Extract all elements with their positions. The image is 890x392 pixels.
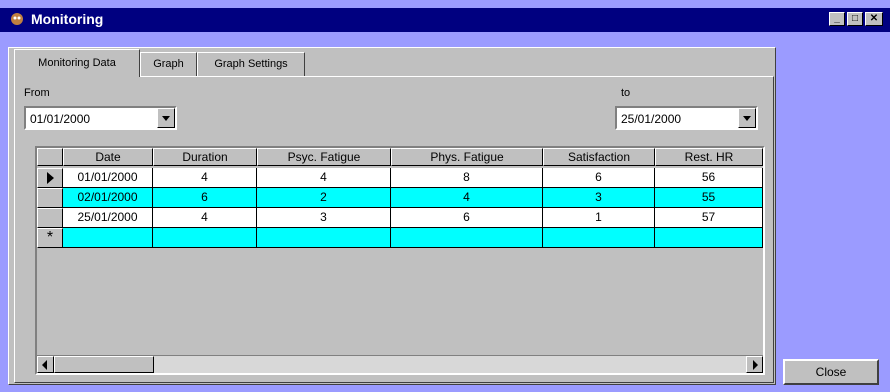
table-cell[interactable]: 57: [655, 208, 763, 228]
grid-corner: [37, 148, 63, 166]
table-cell[interactable]: 6: [153, 188, 257, 208]
monitoring-window: Monitoring _ □ ✕ Monitoring Data Graph G…: [0, 0, 890, 392]
column-header-rest-hr[interactable]: Rest. HR: [655, 148, 763, 166]
table-cell[interactable]: 4: [153, 208, 257, 228]
tab-graph[interactable]: Graph: [140, 52, 197, 76]
app-icon: [11, 13, 23, 25]
column-header-satisfaction[interactable]: Satisfaction: [543, 148, 655, 166]
tab-monitoring-data[interactable]: Monitoring Data: [14, 49, 140, 77]
data-grid[interactable]: Date Duration Psyc. Fatigue Phys. Fatigu…: [35, 146, 765, 375]
to-date-select[interactable]: 25/01/2000: [615, 106, 758, 130]
current-row-icon: [47, 172, 54, 184]
table-cell[interactable]: 4: [153, 168, 257, 188]
column-header-duration[interactable]: Duration: [153, 148, 257, 166]
title-bar[interactable]: Monitoring _ □ ✕: [0, 8, 890, 32]
chevron-down-icon[interactable]: [157, 108, 175, 128]
to-date-value: 25/01/2000: [621, 112, 682, 126]
row-selector[interactable]: [37, 208, 63, 228]
scroll-right-icon[interactable]: [746, 356, 763, 373]
close-button[interactable]: Close: [783, 359, 879, 385]
table-cell[interactable]: 6: [543, 168, 655, 188]
table-cell[interactable]: 4: [257, 168, 391, 188]
table-cell[interactable]: 8: [391, 168, 543, 188]
minimize-icon[interactable]: _: [829, 12, 845, 26]
scroll-thumb[interactable]: [54, 356, 154, 373]
table-cell[interactable]: 3: [543, 188, 655, 208]
scroll-left-icon[interactable]: [37, 356, 54, 373]
from-date-select[interactable]: 01/01/2000: [24, 106, 177, 130]
row-selector[interactable]: [37, 168, 63, 188]
table-cell[interactable]: 55: [655, 188, 763, 208]
table-cell[interactable]: [543, 228, 655, 248]
row-selector[interactable]: [37, 188, 63, 208]
from-date-value: 01/01/2000: [30, 112, 91, 126]
table-cell[interactable]: [257, 228, 391, 248]
close-icon[interactable]: ✕: [865, 12, 883, 26]
table-cell[interactable]: 1: [543, 208, 655, 228]
column-header-phys-fatigue[interactable]: Phys. Fatigue: [391, 148, 543, 166]
table-cell[interactable]: 3: [257, 208, 391, 228]
to-label: to: [621, 87, 631, 99]
table-cell[interactable]: [391, 228, 543, 248]
chevron-down-icon[interactable]: [738, 108, 756, 128]
table-cell[interactable]: 2: [257, 188, 391, 208]
column-header-psyc-fatigue[interactable]: Psyc. Fatigue: [257, 148, 391, 166]
table-cell[interactable]: [63, 228, 153, 248]
table-cell[interactable]: 25/01/2000: [63, 208, 153, 228]
table-cell[interactable]: 6: [391, 208, 543, 228]
table-cell[interactable]: 56: [655, 168, 763, 188]
table-cell[interactable]: 02/01/2000: [63, 188, 153, 208]
maximize-icon[interactable]: □: [847, 12, 863, 26]
table-cell[interactable]: 01/01/2000: [63, 168, 153, 188]
column-header-date[interactable]: Date: [63, 148, 153, 166]
from-label: From: [24, 87, 50, 99]
table-cell[interactable]: 4: [391, 188, 543, 208]
table-cell[interactable]: [655, 228, 763, 248]
horizontal-scrollbar[interactable]: [37, 355, 763, 373]
tab-graph-settings[interactable]: Graph Settings: [197, 52, 305, 76]
new-row-marker[interactable]: *: [37, 228, 63, 248]
table-cell[interactable]: [153, 228, 257, 248]
window-title: Monitoring: [31, 11, 104, 27]
